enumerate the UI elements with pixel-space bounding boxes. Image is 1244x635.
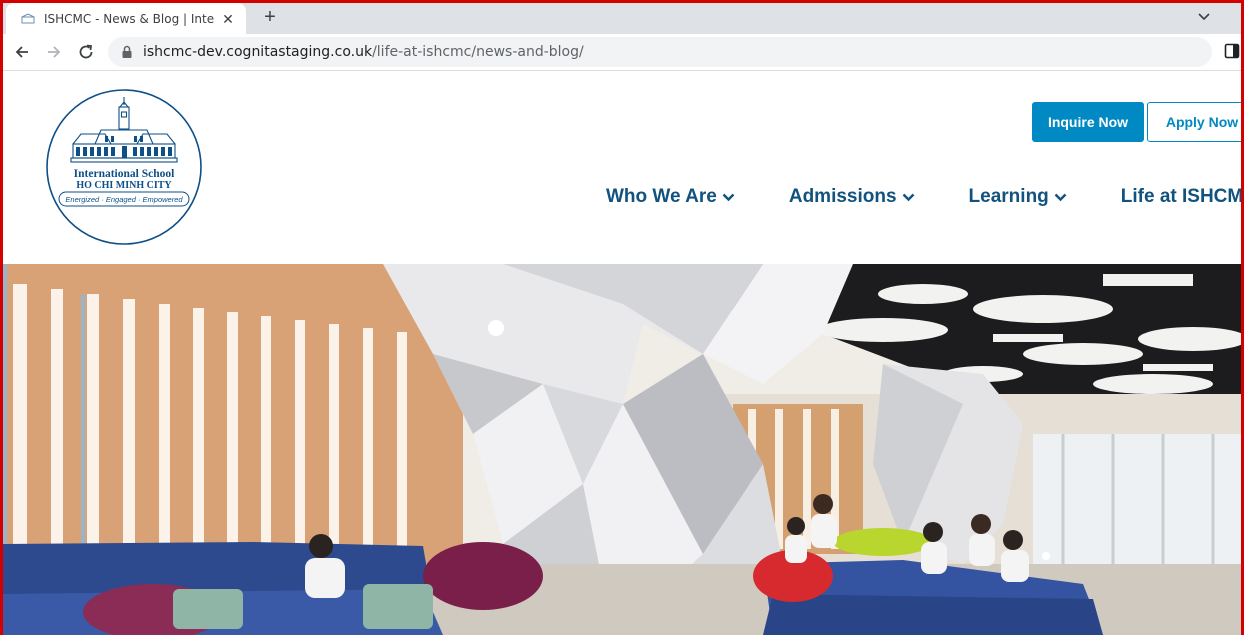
browser-toolbar: ishcmc-dev.cognitastaging.co.uk/life-at-…	[0, 34, 1244, 71]
url-path: /life-at-ishcmc/news-and-blog/	[372, 44, 584, 60]
url-text: ishcmc-dev.cognitastaging.co.uk/life-at-…	[143, 44, 584, 60]
chevron-down-icon	[902, 193, 914, 201]
site-header: International School HO CHI MINH CITY En…	[3, 72, 1244, 264]
back-icon[interactable]	[10, 40, 34, 64]
nav-label: Admissions	[788, 186, 897, 207]
plus-icon[interactable]: +	[258, 6, 282, 30]
hero-illustration	[3, 264, 1244, 635]
nav-life-at-ishcmc[interactable]: Life at ISHCMC	[1121, 186, 1244, 208]
chevron-down-icon	[1054, 193, 1067, 201]
nav-label: Who We Are	[606, 186, 717, 207]
tab-title: ISHCMC - News & Blog | International Sch…	[44, 11, 214, 26]
nav-label: Learning	[968, 186, 1049, 207]
nav-label: Life at ISHCMC	[1120, 186, 1244, 207]
browser-tab[interactable]: ISHCMC - News & Blog | International Sch…	[6, 3, 246, 34]
address-bar[interactable]: ishcmc-dev.cognitastaging.co.uk/life-at-…	[108, 37, 1212, 67]
hero-image	[3, 264, 1244, 635]
forward-icon[interactable]	[42, 40, 66, 64]
nav-who-we-are[interactable]: Who We Are	[606, 186, 735, 208]
apply-now-button[interactable]: Apply Now	[1147, 102, 1244, 142]
logo-line1: International School	[74, 168, 175, 180]
school-logo[interactable]: International School HO CHI MINH CITY En…	[45, 88, 203, 246]
reload-icon[interactable]	[74, 40, 98, 64]
favicon-icon	[21, 12, 35, 23]
nav-admissions[interactable]: Admissions	[789, 186, 915, 208]
chevron-down-icon	[722, 193, 735, 201]
logo-tagline: Energized · Engaged · Empowered	[65, 195, 183, 204]
lock-icon[interactable]	[120, 45, 134, 59]
close-icon[interactable]: ✕	[220, 11, 236, 27]
tab-strip: ISHCMC - News & Blog | International Sch…	[0, 0, 1244, 34]
chevron-down-icon[interactable]	[1194, 6, 1214, 26]
side-panel-icon[interactable]	[1224, 43, 1240, 59]
url-host: ishcmc-dev.cognitastaging.co.uk	[143, 44, 373, 60]
nav-learning[interactable]: Learning	[969, 186, 1067, 208]
inquire-now-button[interactable]: Inquire Now	[1032, 102, 1144, 142]
main-nav: Who We Are Admissions Learning Life at I…	[606, 186, 1244, 208]
logo-line2: HO CHI MINH CITY	[76, 180, 172, 191]
